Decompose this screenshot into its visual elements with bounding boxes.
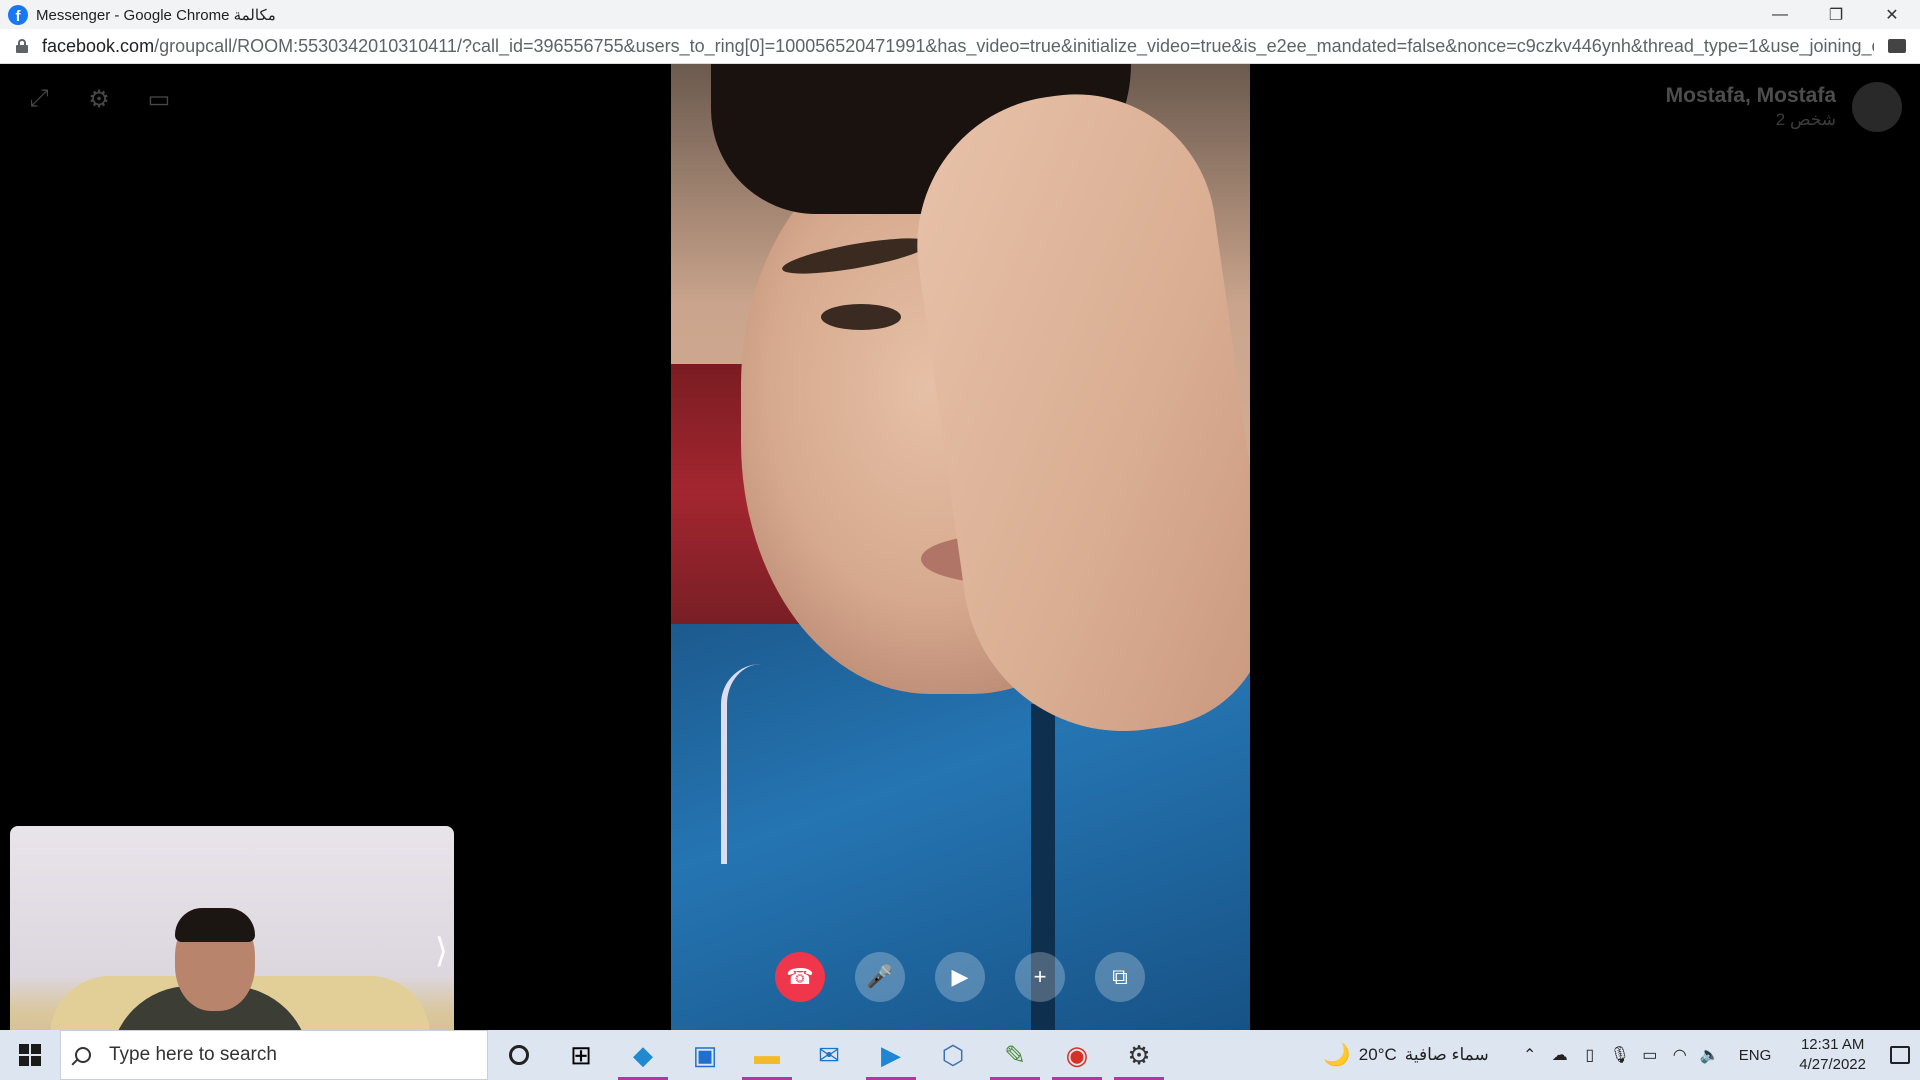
window-title: Messenger - Google Chrome مكالمة: [36, 6, 276, 24]
cortana-button[interactable]: [488, 1030, 550, 1080]
moon-icon: 🌙: [1323, 1042, 1351, 1067]
cube-icon: ⬡: [941, 1039, 965, 1070]
gear-icon: ⚙: [1127, 1039, 1151, 1070]
call-controls: ☎ 🎤 ▶ + ⧉: [775, 952, 1145, 1002]
clock-time: 12:31 AM: [1800, 1036, 1865, 1053]
chevron-up-icon[interactable]: ⌃: [1515, 1045, 1545, 1065]
taskbar-app-media[interactable]: ▶: [860, 1030, 922, 1080]
windows-icon: [19, 1044, 41, 1066]
minimize-button[interactable]: —: [1752, 0, 1808, 29]
add-person-icon: +: [1033, 964, 1047, 989]
chrome-icon: ◉: [1065, 1039, 1089, 1070]
video-toggle-button[interactable]: ▶: [935, 952, 985, 1002]
system-tray: 🌙 20°C سماء صافية ⌃ ☁ ▯ 🎙 ▭ ◠ 🔈 ENG 12:3…: [1323, 1030, 1920, 1080]
clock-date: 4/27/2022: [1799, 1056, 1866, 1073]
mail-icon: ✉: [818, 1039, 840, 1070]
call-participants-info: Mostafa, Mostafa 2 شخص: [1666, 82, 1902, 132]
taskbar-app-settings[interactable]: ⚙: [1108, 1030, 1170, 1080]
mute-button[interactable]: 🎤: [855, 952, 905, 1002]
close-button[interactable]: ✕: [1864, 0, 1920, 29]
window-titlebar: f Messenger - Google Chrome مكالمة — ❐ ✕: [0, 0, 1920, 29]
chevron-right-icon[interactable]: ⟩: [435, 931, 448, 971]
taskbar-app-mail[interactable]: ✉: [798, 1030, 860, 1080]
taskbar-app-cube[interactable]: ⬡: [922, 1030, 984, 1080]
address-bar[interactable]: facebook.com/groupcall/ROOM:553034201031…: [0, 29, 1920, 64]
weather-desc: سماء صافية: [1404, 1045, 1489, 1064]
video-camera-icon: ▶: [951, 964, 969, 989]
taskbar-app-vscode[interactable]: ◆: [612, 1030, 674, 1080]
url-path: /groupcall/ROOM:5530342010310411/?call_i…: [154, 35, 1874, 56]
taskbar-app-chrome[interactable]: ◉: [1046, 1030, 1108, 1080]
taskbar-search-input[interactable]: Type here to search: [60, 1030, 488, 1080]
taskbar-app-store[interactable]: ▣: [674, 1030, 736, 1080]
app-misc-icon: ✎: [1004, 1039, 1026, 1070]
lock-icon[interactable]: [16, 39, 28, 53]
avatar: [1852, 82, 1902, 132]
participants-count: 2 شخص: [1775, 110, 1836, 129]
task-view-button[interactable]: ⊞: [550, 1030, 612, 1080]
battery-icon[interactable]: ▭: [1635, 1045, 1665, 1065]
call-area: ⤢ ⚙ ▭ Mostafa, Mostafa 2 شخص ⟩: [0, 64, 1920, 1076]
onedrive-icon[interactable]: ☁: [1545, 1045, 1575, 1065]
url-host: facebook.com: [42, 35, 155, 56]
participants-name: Mostafa, Mostafa: [1665, 84, 1836, 107]
taskbar: Type here to search ⊞ ◆ ▣ ▬ ✉ ▶ ⬡ ✎ ◉ ⚙ …: [0, 1030, 1920, 1080]
facebook-icon: f: [8, 4, 28, 25]
restore-button[interactable]: ❐: [1808, 0, 1864, 29]
phone-hangup-icon: ☎: [786, 964, 814, 989]
taskbar-app-file-explorer[interactable]: ▬: [736, 1030, 798, 1080]
task-view-icon: ⊞: [570, 1039, 592, 1070]
start-button[interactable]: [0, 1030, 60, 1080]
end-call-button[interactable]: ☎: [775, 952, 825, 1002]
media-icon: ▶: [881, 1039, 901, 1070]
settings-icon[interactable]: ⚙: [84, 86, 114, 113]
cast-icon[interactable]: [1888, 39, 1906, 53]
search-placeholder: Type here to search: [109, 1044, 277, 1065]
screen-icon[interactable]: ▭: [144, 86, 174, 113]
remote-video: [671, 64, 1250, 1030]
call-top-tools: ⤢ ⚙ ▭: [24, 85, 174, 113]
language-indicator[interactable]: ENG: [1739, 1047, 1772, 1064]
microphone-icon: 🎤: [866, 964, 894, 989]
cortana-icon: [509, 1045, 529, 1065]
volume-icon[interactable]: 🔈: [1695, 1045, 1725, 1065]
search-icon: [75, 1047, 91, 1063]
share-screen-button[interactable]: ⧉: [1095, 952, 1145, 1002]
clock[interactable]: 12:31 AM 4/27/2022: [1799, 1035, 1866, 1075]
url-text[interactable]: facebook.com/groupcall/ROOM:553034201031…: [42, 36, 1874, 57]
vscode-icon: ◆: [633, 1039, 653, 1070]
fullscreen-icon[interactable]: ⤢: [24, 85, 54, 112]
device-icon[interactable]: ▯: [1575, 1045, 1605, 1065]
share-screen-icon: ⧉: [1112, 964, 1128, 989]
store-icon: ▣: [692, 1039, 718, 1070]
add-person-button[interactable]: +: [1015, 952, 1065, 1002]
notification-center-icon[interactable]: [1880, 1046, 1920, 1064]
taskbar-app-misc[interactable]: ✎: [984, 1030, 1046, 1080]
weather-temp: 20°C: [1358, 1045, 1397, 1064]
weather-widget[interactable]: 🌙 20°C سماء صافية: [1323, 1042, 1488, 1068]
folder-icon: ▬: [754, 1039, 780, 1070]
microphone-tray-icon[interactable]: 🎙: [1605, 1045, 1635, 1065]
wifi-icon[interactable]: ◠: [1665, 1045, 1695, 1065]
